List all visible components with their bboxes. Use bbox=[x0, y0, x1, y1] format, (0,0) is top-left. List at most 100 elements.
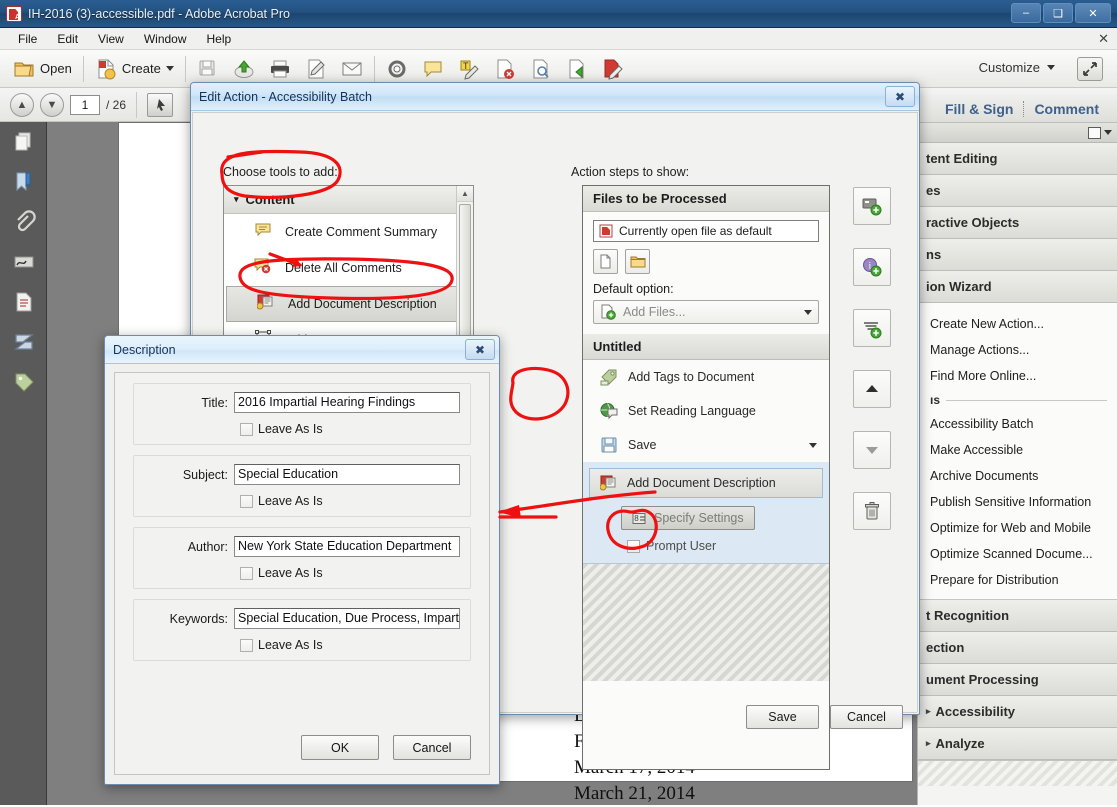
close-button[interactable]: ✕ bbox=[1075, 3, 1111, 23]
menu-file[interactable]: File bbox=[8, 30, 47, 48]
action-optimize-for-web-and-mobile[interactable]: Optimize for Web and Mobile bbox=[918, 515, 1117, 541]
action-optimize-scanned-documents[interactable]: Optimize Scanned Docume... bbox=[918, 541, 1117, 567]
action-archive-documents[interactable]: Archive Documents bbox=[918, 463, 1117, 489]
tab-comment[interactable]: Comment bbox=[1024, 101, 1109, 117]
default-option-combobox[interactable]: Add Files... bbox=[593, 300, 819, 324]
author-input[interactable]: New York State Education Department bbox=[234, 536, 460, 557]
maximize-button[interactable]: ❑ bbox=[1043, 3, 1073, 23]
wizard-create-new-action[interactable]: Create New Action... bbox=[918, 311, 1117, 337]
search-page-tool[interactable] bbox=[523, 55, 559, 83]
prompt-user-checkbox[interactable] bbox=[627, 540, 640, 553]
section-text-recognition[interactable]: t Recognition bbox=[918, 600, 1117, 632]
section-protection[interactable]: ection bbox=[918, 632, 1117, 664]
add-instruction-step-icon[interactable] bbox=[853, 187, 891, 225]
save-tool[interactable] bbox=[190, 55, 226, 83]
open-button[interactable]: Open bbox=[6, 55, 79, 83]
action-prepare-for-distribution[interactable]: Prepare for Distribution bbox=[918, 567, 1117, 593]
settings-tool[interactable] bbox=[379, 55, 415, 83]
edit-action-cancel-button[interactable]: Cancel bbox=[830, 705, 903, 729]
section-pages[interactable]: es bbox=[918, 175, 1117, 207]
section-action-wizard[interactable]: ion Wizard bbox=[918, 271, 1117, 303]
step-add-tags-to-document[interactable]: Add Tags to Document bbox=[583, 360, 829, 394]
tags-icon[interactable] bbox=[0, 362, 47, 402]
chevron-down-icon[interactable] bbox=[1104, 130, 1112, 135]
title-input[interactable]: 2016 Impartial Hearing Findings bbox=[234, 392, 460, 413]
order-icon[interactable] bbox=[0, 322, 47, 362]
section-content-editing[interactable]: tent Editing bbox=[918, 143, 1117, 175]
description-cancel-button[interactable]: Cancel bbox=[393, 735, 471, 760]
tool-create-comment-summary[interactable]: Create Comment Summary bbox=[224, 214, 473, 250]
specify-settings-button[interactable]: 8 Specify Settings bbox=[621, 506, 755, 530]
keywords-leave-as-is-row[interactable]: Leave As Is bbox=[240, 638, 460, 652]
create-button[interactable]: Create bbox=[88, 55, 181, 83]
tool-delete-all-comments[interactable]: Delete All Comments bbox=[224, 250, 473, 286]
add-folder-icon[interactable] bbox=[625, 249, 650, 274]
description-close-button[interactable]: ✖ bbox=[465, 339, 495, 360]
next-page-button[interactable]: ▼ bbox=[40, 93, 64, 117]
select-tool-button[interactable] bbox=[147, 93, 173, 117]
previous-page-button[interactable]: ▲ bbox=[10, 93, 34, 117]
page-number-input[interactable]: 1 bbox=[70, 95, 100, 115]
action-accessibility-batch[interactable]: Accessibility Batch bbox=[918, 411, 1117, 437]
subject-leave-as-is-checkbox[interactable] bbox=[240, 495, 253, 508]
tab-fill-and-sign[interactable]: Fill & Sign bbox=[935, 101, 1023, 117]
list-options-icon[interactable] bbox=[1088, 127, 1101, 139]
delete-page-tool[interactable] bbox=[487, 55, 523, 83]
edit-action-close-button[interactable]: ✖ bbox=[885, 86, 915, 107]
wizard-manage-actions[interactable]: Manage Actions... bbox=[918, 337, 1117, 363]
menu-edit[interactable]: Edit bbox=[47, 30, 88, 48]
menu-window[interactable]: Window bbox=[134, 30, 197, 48]
title-leave-as-is-row[interactable]: Leave As Is bbox=[240, 422, 460, 436]
author-leave-as-is-row[interactable]: Leave As Is bbox=[240, 566, 460, 580]
step-save[interactable]: Save bbox=[583, 428, 829, 462]
step-set-reading-language[interactable]: Set Reading Language bbox=[583, 394, 829, 428]
keywords-input[interactable]: Special Education, Due Process, Impartia… bbox=[234, 608, 460, 629]
author-leave-as-is-checkbox[interactable] bbox=[240, 567, 253, 580]
wizard-find-more-online[interactable]: Find More Online... bbox=[918, 363, 1117, 389]
section-accessibility[interactable]: ▸ Accessibility bbox=[918, 696, 1117, 728]
add-divider-icon[interactable] bbox=[853, 309, 891, 347]
add-file-icon[interactable] bbox=[593, 249, 618, 274]
expand-view-button[interactable] bbox=[1077, 57, 1103, 81]
step-add-document-description[interactable]: Add Document Description bbox=[589, 468, 823, 498]
keywords-leave-as-is-checkbox[interactable] bbox=[240, 639, 253, 652]
prompt-user-row[interactable]: Prompt User bbox=[627, 539, 829, 553]
subject-leave-as-is-row[interactable]: Leave As Is bbox=[240, 494, 460, 508]
edit-page-tool[interactable] bbox=[595, 55, 631, 83]
menu-view[interactable]: View bbox=[88, 30, 134, 48]
signatures-icon[interactable] bbox=[0, 242, 47, 282]
print-tool[interactable] bbox=[262, 55, 298, 83]
chevron-down-icon[interactable] bbox=[809, 443, 817, 448]
section-forms[interactable]: ns bbox=[918, 239, 1117, 271]
tool-add-document-description[interactable]: Add Document Description bbox=[226, 286, 471, 322]
minimize-button[interactable]: – bbox=[1011, 3, 1041, 23]
upload-tool[interactable] bbox=[226, 55, 262, 83]
comment-tool[interactable] bbox=[415, 55, 451, 83]
move-down-icon[interactable] bbox=[853, 431, 891, 469]
chevron-down-icon[interactable] bbox=[804, 310, 812, 315]
bookmarks-icon[interactable] bbox=[0, 162, 47, 202]
page-thumbnails-icon[interactable] bbox=[0, 122, 47, 162]
action-make-accessible[interactable]: Make Accessible bbox=[918, 437, 1117, 463]
subject-input[interactable]: Special Education bbox=[234, 464, 460, 485]
highlight-tool[interactable]: T bbox=[451, 55, 487, 83]
section-analyze[interactable]: ▸ Analyze bbox=[918, 728, 1117, 760]
action-publish-sensitive-information[interactable]: Publish Sensitive Information bbox=[918, 489, 1117, 515]
delete-icon[interactable] bbox=[853, 492, 891, 530]
scroll-up-icon[interactable]: ▲ bbox=[457, 186, 473, 202]
section-interactive-objects[interactable]: ractive Objects bbox=[918, 207, 1117, 239]
edit-action-save-button[interactable]: Save bbox=[746, 705, 819, 729]
title-leave-as-is-checkbox[interactable] bbox=[240, 423, 253, 436]
email-tool[interactable] bbox=[334, 55, 370, 83]
tools-group-content-header[interactable]: ▾ Content bbox=[224, 186, 473, 214]
close-document-button[interactable]: ✕ bbox=[1098, 31, 1109, 47]
export-page-tool[interactable] bbox=[559, 55, 595, 83]
move-up-icon[interactable] bbox=[853, 370, 891, 408]
sign-tool[interactable] bbox=[298, 55, 334, 83]
section-document-processing[interactable]: ument Processing bbox=[918, 664, 1117, 696]
description-ok-button[interactable]: OK bbox=[301, 735, 379, 760]
attachments-icon[interactable] bbox=[0, 202, 47, 242]
add-info-step-icon[interactable]: i bbox=[853, 248, 891, 286]
content-icon[interactable] bbox=[0, 282, 47, 322]
customize-button[interactable]: Customize bbox=[979, 60, 1055, 75]
